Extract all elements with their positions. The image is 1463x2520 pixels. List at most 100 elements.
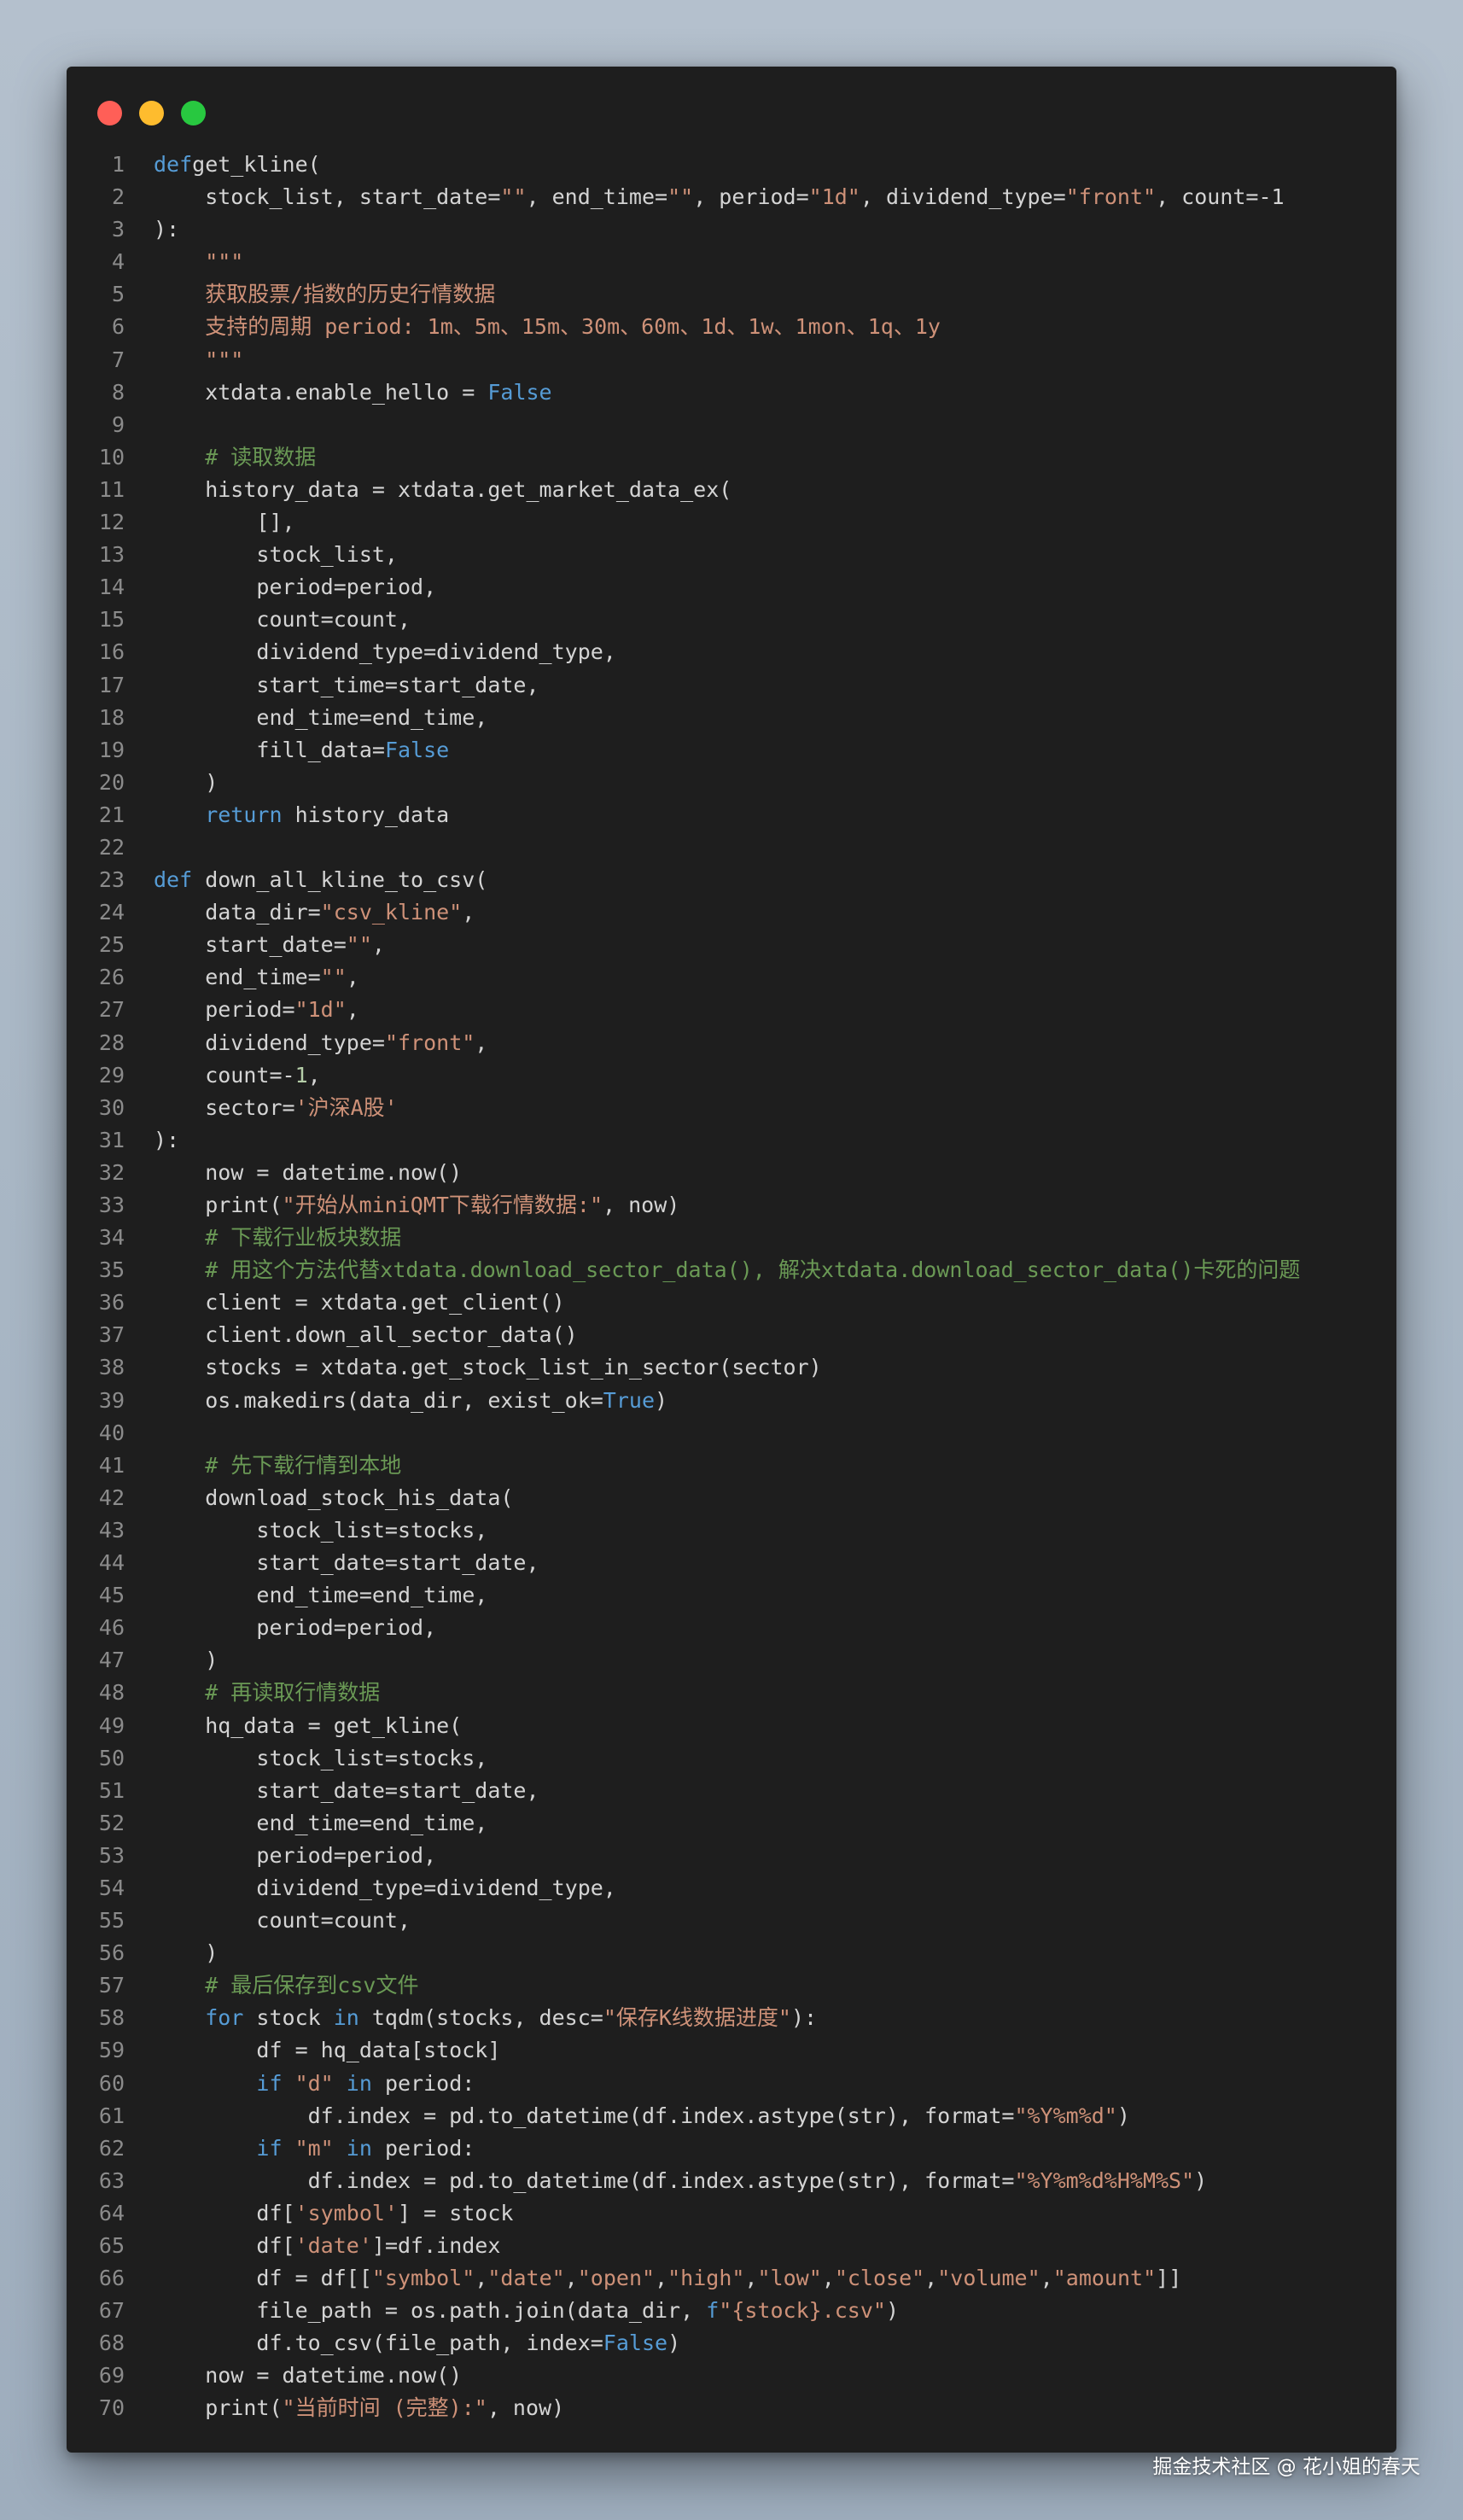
code-token-str: "front" [1065, 184, 1157, 210]
code-text: start_date="", [154, 929, 385, 961]
code-token: , count=-1 [1156, 184, 1285, 210]
code-text: ) [154, 1937, 218, 1969]
line-number: 5 [111, 282, 125, 307]
code-token: , period= [693, 184, 809, 210]
code-line: 20 ) [67, 767, 1396, 799]
code-token: period=period, [154, 1615, 437, 1641]
code-text: ): [154, 1124, 179, 1157]
code-token-str: 获取股票/指数的历史行情数据 [154, 282, 496, 307]
code-token-str: "" [667, 184, 694, 210]
code-token-str: "front" [384, 1030, 475, 1055]
code-token-str: "open" [577, 2266, 656, 2291]
line-number: 58 [98, 2005, 125, 2031]
code-text: defget_kline( [154, 149, 321, 181]
code-text: # 再读取行情数据 [154, 1677, 380, 1709]
code-token-str: "" [320, 965, 347, 990]
code-text: df['symbol'] = stock [154, 2197, 513, 2230]
code-line: 16 dividend_type=dividend_type, [67, 636, 1396, 668]
code-token-str: "date" [487, 2266, 565, 2291]
code-line: 65 df['date']=df.index [67, 2230, 1396, 2262]
code-text: df = df[["symbol","date","open","high","… [154, 2262, 1181, 2295]
code-token-str: "high" [667, 2266, 745, 2291]
code-line: 52 end_time=end_time, [67, 1807, 1396, 1840]
line-number: 50 [98, 1745, 125, 1770]
code-token-kw: def [154, 152, 193, 177]
code-text: count=count, [154, 1905, 411, 1937]
line-number: 65 [98, 2233, 125, 2258]
line-number: 32 [98, 1159, 125, 1185]
line-number: 4 [111, 249, 125, 275]
code-token: period=period, [154, 575, 437, 600]
code-token: tqdm(stocks, desc= [358, 2005, 603, 2031]
line-number: 14 [98, 575, 125, 600]
line-number: 38 [98, 1355, 125, 1380]
code-token-cm: # 下载行业板块数据 [154, 1225, 402, 1251]
code-line: 60 if "d" in period: [67, 2068, 1396, 2100]
line-number: 15 [98, 607, 125, 633]
code-token: period=period, [154, 1842, 437, 1868]
code-text: # 最后保存到csv文件 [154, 1969, 418, 2002]
code-line: 55 count=count, [67, 1905, 1396, 1937]
code-line: 22 [67, 831, 1396, 864]
minimize-dot-icon[interactable] [139, 101, 164, 125]
code-line: 5 获取股票/指数的历史行情数据 [67, 278, 1396, 311]
code-line: 34 # 下载行业板块数据 [67, 1222, 1396, 1254]
code-token-str: "1d" [808, 184, 860, 210]
code-token: , [346, 965, 359, 990]
code-token-num: 1 [294, 1062, 308, 1088]
line-number: 23 [98, 867, 125, 893]
code-token: end_time=end_time, [154, 704, 488, 730]
close-dot-icon[interactable] [97, 101, 122, 125]
code-token-str: """ [154, 249, 244, 275]
code-token: period= [154, 997, 295, 1023]
code-token: , [307, 1062, 321, 1088]
code-line: 27 period="1d", [67, 994, 1396, 1026]
code-token-str: "amount" [1052, 2266, 1157, 2291]
line-number: 29 [98, 1062, 125, 1088]
code-token: df[ [154, 2233, 295, 2258]
code-token-str: "close" [834, 2266, 925, 2291]
code-line: 30 sector='沪深A股' [67, 1092, 1396, 1124]
code-token: dividend_type= [154, 1030, 385, 1055]
zoom-dot-icon[interactable] [181, 101, 206, 125]
line-number: 54 [98, 1875, 125, 1900]
code-token: dividend_type=dividend_type, [154, 1875, 616, 1900]
line-number: 69 [98, 2363, 125, 2389]
code-line: 38 stocks = xtdata.get_stock_list_in_sec… [67, 1351, 1396, 1384]
code-token: , [475, 1030, 488, 1055]
code-line: 10 # 读取数据 [67, 441, 1396, 474]
line-number: 22 [98, 834, 125, 860]
code-line: 67 file_path = os.path.join(data_dir, f"… [67, 2295, 1396, 2327]
code-text: file_path = os.path.join(data_dir, f"{st… [154, 2295, 899, 2327]
code-token: stock [243, 2005, 334, 2031]
code-token: period: [371, 2135, 475, 2161]
code-text: os.makedirs(data_dir, exist_ok=True) [154, 1385, 667, 1417]
code-line: 56 ) [67, 1937, 1396, 1969]
code-line: 19 fill_data=False [67, 734, 1396, 767]
code-line: 25 start_date="", [67, 929, 1396, 961]
code-text: period=period, [154, 571, 436, 604]
code-token-str: "volume" [937, 2266, 1040, 2291]
line-number: 56 [98, 1940, 125, 1966]
line-number: 64 [98, 2200, 125, 2225]
code-text: now = datetime.now() [154, 2360, 462, 2392]
code-token-cm: # 再读取行情数据 [154, 1680, 381, 1706]
line-number: 42 [98, 1485, 125, 1510]
code-token-cm: # 用这个方法代替xtdata.download_sector_data(), … [154, 1257, 1301, 1283]
code-token: ) [154, 1648, 219, 1673]
code-line: 28 dividend_type="front", [67, 1027, 1396, 1059]
code-token-cm: # 先下载行情到本地 [154, 1452, 402, 1478]
code-block: 1 defget_kline(2 stock_list, start_date="… [67, 149, 1396, 2425]
line-number: 13 [98, 542, 125, 568]
code-token: start_date=start_date, [154, 1550, 539, 1576]
code-token-str: "{stock}.csv" [719, 2298, 886, 2324]
code-token: , [1040, 2266, 1053, 2291]
code-token-str: "symbol" [371, 2266, 475, 2291]
line-number: 7 [111, 347, 125, 372]
code-line: 35 # 用这个方法代替xtdata.download_sector_data(… [67, 1254, 1396, 1286]
code-text: """ [154, 344, 243, 376]
code-token-cm: # 最后保存到csv文件 [154, 1973, 419, 1998]
line-number: 51 [98, 1777, 125, 1803]
